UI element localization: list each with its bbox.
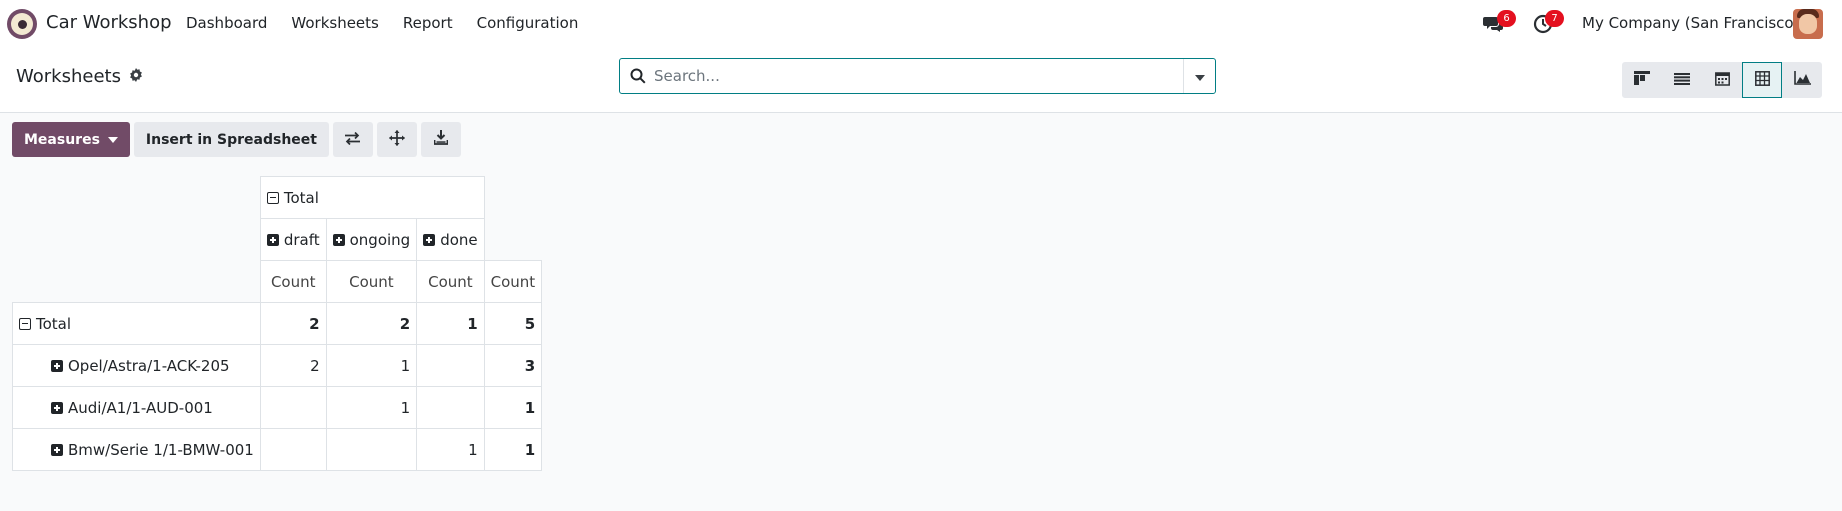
pivot-row: Opel/Astra/1-ACK-205 2 1 3 <box>12 344 543 387</box>
pivot-col-header-done[interactable]: done <box>416 218 485 261</box>
pivot-col-header-ongoing[interactable]: ongoing <box>325 218 418 261</box>
calendar-icon <box>1714 71 1730 90</box>
list-view-button[interactable] <box>1662 62 1702 98</box>
expand-icon <box>332 233 345 246</box>
list-icon <box>1674 71 1690 89</box>
pivot-cell[interactable]: 1 <box>416 428 485 471</box>
search-options-toggle[interactable] <box>1183 59 1215 93</box>
messages-badge: 6 <box>1497 10 1516 27</box>
pivot-view-button[interactable] <box>1742 62 1782 98</box>
pivot-table-icon <box>1754 70 1770 90</box>
pivot-cell[interactable]: 3 <box>483 344 543 387</box>
pivot-row-header[interactable]: Opel/Astra/1-ACK-205 <box>12 344 261 387</box>
pivot-cell[interactable]: 1 <box>416 302 485 345</box>
measure-header[interactable]: Count <box>259 260 327 303</box>
area-chart-icon <box>1793 71 1811 89</box>
pivot-cell[interactable]: 1 <box>483 386 543 429</box>
download-button[interactable] <box>420 122 461 157</box>
flip-axis-icon <box>344 131 361 149</box>
download-icon <box>433 130 449 149</box>
pivot-col-header-draft[interactable]: draft <box>259 218 327 261</box>
expand-icon <box>51 443 63 456</box>
flip-axis-button[interactable] <box>332 122 373 157</box>
expand-all-icon <box>388 129 405 150</box>
menu-item-dashboard[interactable]: Dashboard <box>186 14 267 32</box>
calendar-view-button[interactable] <box>1702 62 1742 98</box>
pivot-cell[interactable]: 2 <box>325 302 418 345</box>
pivot-cell[interactable] <box>325 428 418 471</box>
pivot-row-header-total[interactable]: Total <box>12 302 261 345</box>
pivot-row: Bmw/Serie 1/1-BMW-001 1 1 <box>12 428 543 471</box>
pivot-col-header-total[interactable]: Total <box>259 176 485 219</box>
pivot-cell[interactable] <box>259 428 327 471</box>
expand-icon <box>423 233 436 246</box>
collapse-icon <box>19 317 31 330</box>
pivot-cell[interactable] <box>259 386 327 429</box>
control-panel: Worksheets <box>0 48 1842 113</box>
measures-button[interactable]: Measures <box>12 122 130 157</box>
menu-item-report[interactable]: Report <box>403 14 453 32</box>
measure-header[interactable]: Count <box>483 260 543 303</box>
search-bar <box>619 58 1216 94</box>
pivot-row: Audi/A1/1-AUD-001 1 1 <box>12 386 543 429</box>
top-navbar: Car Workshop Dashboard Worksheets Report… <box>0 0 1842 48</box>
expand-icon <box>266 233 279 246</box>
app-name[interactable]: Car Workshop <box>46 12 172 33</box>
pivot-row-header[interactable]: Bmw/Serie 1/1-BMW-001 <box>12 428 261 471</box>
graph-view-button[interactable] <box>1782 62 1822 98</box>
car-workshop-logo-icon[interactable] <box>7 9 37 39</box>
collapse-icon <box>266 191 279 204</box>
main-menu: Dashboard Worksheets Report Configuratio… <box>186 14 602 32</box>
pivot-cell[interactable]: 1 <box>325 344 418 387</box>
expand-icon <box>51 401 63 414</box>
pivot-cell[interactable]: 5 <box>483 302 543 345</box>
search-icon <box>630 68 646 88</box>
gear-icon[interactable] <box>129 67 143 86</box>
pivot-cell[interactable]: 2 <box>259 302 327 345</box>
pivot-total-row: Total 2 2 1 5 <box>12 302 543 345</box>
pivot-action-bar: Measures Insert in Spreadsheet <box>12 122 461 157</box>
user-avatar-icon[interactable] <box>1793 9 1823 39</box>
caret-down-icon <box>107 136 118 143</box>
page-title: Worksheets <box>16 66 121 87</box>
view-switcher <box>1622 62 1822 98</box>
pivot-row-header[interactable]: Audi/A1/1-AUD-001 <box>12 386 261 429</box>
measures-label: Measures <box>24 131 100 148</box>
menu-item-configuration[interactable]: Configuration <box>477 14 579 32</box>
expand-icon <box>51 359 63 372</box>
expand-all-button[interactable] <box>376 122 417 157</box>
pivot-cell[interactable] <box>416 344 485 387</box>
kanban-icon <box>1634 71 1650 89</box>
pivot-corner <box>13 177 261 219</box>
insert-in-spreadsheet-button[interactable]: Insert in Spreadsheet <box>133 122 329 157</box>
pivot-cell[interactable]: 2 <box>259 344 327 387</box>
breadcrumb: Worksheets <box>16 66 143 87</box>
pivot-table: Total draft ongoing done Count Count Cou… <box>12 176 543 471</box>
search-input[interactable] <box>654 65 1154 87</box>
pivot-cell[interactable]: 1 <box>325 386 418 429</box>
menu-item-worksheets[interactable]: Worksheets <box>291 14 378 32</box>
pivot-cell[interactable] <box>416 386 485 429</box>
company-switcher[interactable]: My Company (San Francisco) <box>1582 14 1799 32</box>
measure-header[interactable]: Count <box>416 260 485 303</box>
caret-down-icon <box>1194 67 1205 85</box>
measure-header[interactable]: Count <box>325 260 418 303</box>
kanban-view-button[interactable] <box>1622 62 1662 98</box>
pivot-cell[interactable]: 1 <box>483 428 543 471</box>
activities-badge: 7 <box>1545 10 1564 27</box>
